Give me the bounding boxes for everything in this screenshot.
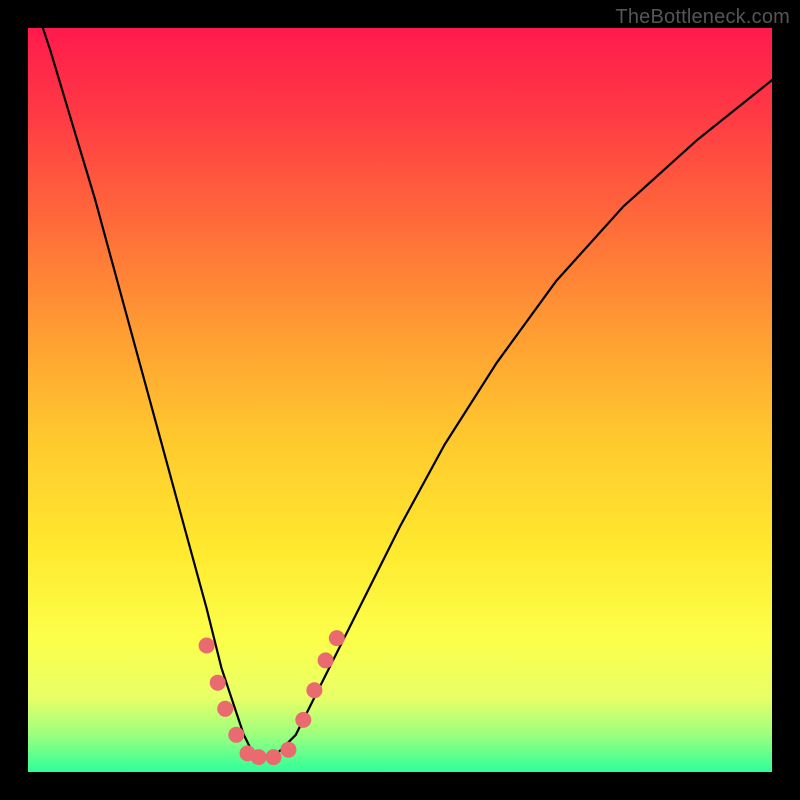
curve-path bbox=[28, 0, 772, 757]
curve-marker bbox=[228, 727, 244, 743]
curve-marker bbox=[266, 749, 282, 765]
plot-area bbox=[28, 28, 772, 772]
curve-marker bbox=[217, 701, 233, 717]
curve-marker bbox=[199, 638, 215, 654]
curve-marker bbox=[306, 682, 322, 698]
curve-marker bbox=[295, 712, 311, 728]
watermark-text: TheBottleneck.com bbox=[615, 6, 790, 29]
curve-markers bbox=[199, 630, 345, 765]
bottleneck-curve bbox=[28, 0, 772, 757]
curve-marker bbox=[280, 742, 296, 758]
curve-marker bbox=[329, 630, 345, 646]
curve-marker bbox=[318, 652, 334, 668]
curve-marker bbox=[210, 675, 226, 691]
curve-marker bbox=[251, 749, 267, 765]
chart-svg bbox=[28, 28, 772, 772]
outer-frame: TheBottleneck.com bbox=[0, 0, 800, 800]
